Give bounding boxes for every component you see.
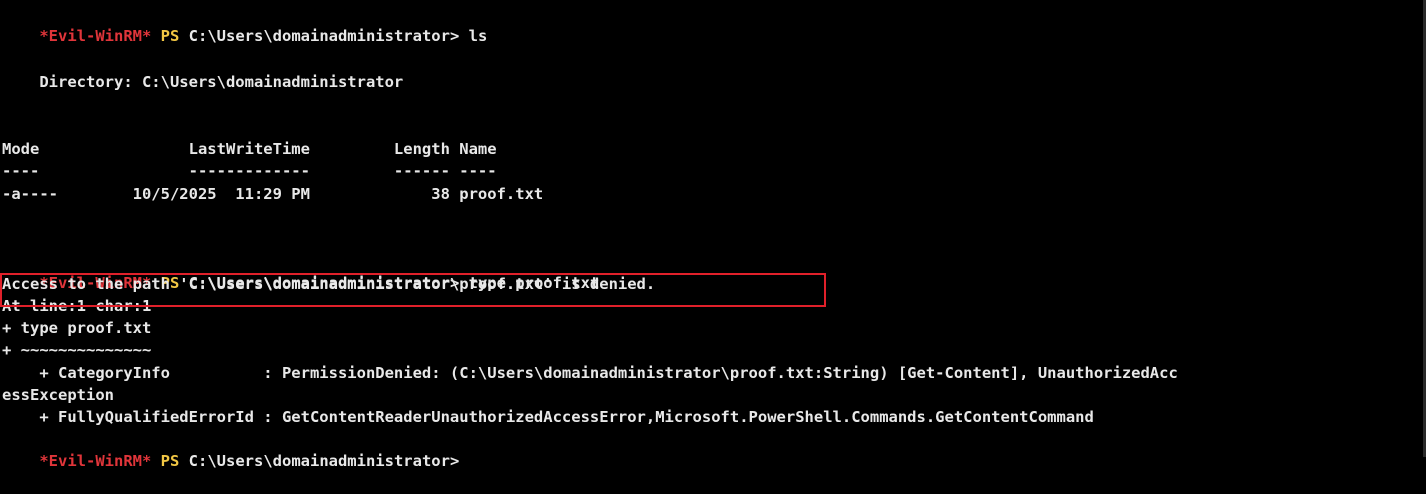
command-ls: ls — [468, 27, 488, 45]
prompt-path: C:\Users\domainadministrator> — [188, 452, 460, 470]
error-category-info: + CategoryInfo : PermissionDenied: (C:\U… — [2, 364, 1178, 382]
prompt-line-current[interactable]: *Evil-WinRM* PS C:\Users\domainadministr… — [2, 428, 459, 470]
error-command-echo: + type proof.txt — [2, 319, 152, 337]
error-at-line: At line:1 char:1 — [2, 297, 152, 315]
evil-winrm-prompt-tag: *Evil-WinRM* — [39, 452, 152, 470]
error-category-info-wrap: essException — [2, 386, 114, 404]
ps-prompt-marker: PS — [160, 452, 180, 470]
error-fq-error-id: + FullyQualifiedErrorId : GetContentRead… — [2, 408, 1094, 426]
error-message: Access to the path 'C:\Users\domainadmin… — [2, 275, 656, 293]
prompt-line-type: *Evil-WinRM* PS C:\Users\domainadministr… — [2, 250, 599, 292]
table-header-underline: ---- ------------- ------ ---- — [2, 162, 497, 180]
ps-prompt-marker: PS — [160, 27, 180, 45]
evil-winrm-prompt-tag: *Evil-WinRM* — [39, 27, 152, 45]
directory-heading: Directory: C:\Users\domainadministrator — [2, 73, 404, 91]
table-header: Mode LastWriteTime Length Name — [2, 140, 497, 158]
prompt-line-ls: *Evil-WinRM* PS C:\Users\domainadministr… — [2, 3, 487, 45]
table-row: -a---- 10/5/2025 11:29 PM 38 proof.txt — [2, 185, 544, 203]
prompt-path: C:\Users\domainadministrator> — [188, 27, 460, 45]
terminal-window[interactable]: *Evil-WinRM* PS C:\Users\domainadministr… — [0, 0, 1426, 470]
error-tilde-line: + ~~~~~~~~~~~~~~ — [2, 341, 152, 359]
